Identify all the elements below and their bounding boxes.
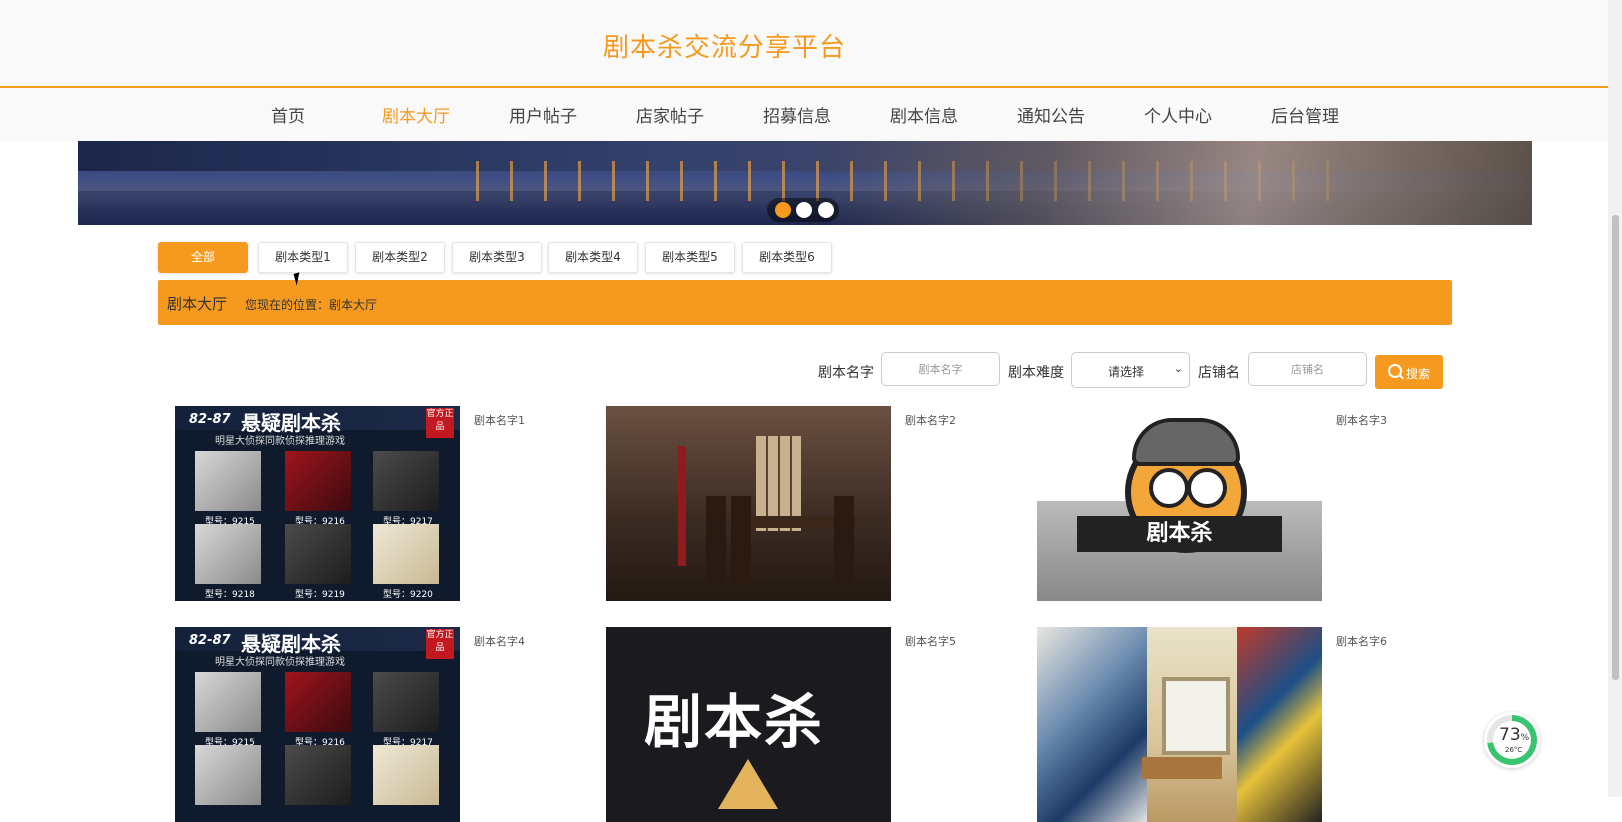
script-card-name-6[interactable]: 剧本名字6 [1336, 633, 1387, 649]
difficulty-label: 剧本难度 [1008, 365, 1064, 381]
nav-item-recruitment[interactable]: 招募信息 [763, 102, 831, 127]
tab-type-2[interactable]: 剧本类型2 [355, 242, 445, 273]
difficulty-select-value: 请选择 [1108, 365, 1145, 379]
poster-box [285, 451, 351, 511]
script-card-image-1[interactable]: 82-87 悬疑剧本杀 官方正品 明星大侦探同款侦探推理游戏 型号：9215 型… [175, 406, 460, 601]
tatami-window [1162, 677, 1230, 755]
script-name-input[interactable] [881, 352, 1000, 386]
nav-item-shop-posts[interactable]: 店家帖子 [636, 102, 704, 127]
logo-text: 剧本杀 [644, 688, 825, 756]
breadcrumb-bar: 剧本大厅 您现在的位置：剧本大厅 [158, 280, 1452, 325]
nav-item-script-info[interactable]: 剧本信息 [890, 102, 958, 127]
tatami-mural [1037, 627, 1147, 822]
chevron-down-icon: ⌄ [1173, 362, 1183, 375]
poster-number: 82-87 [189, 633, 231, 648]
poster-badge: 官方正品 [426, 629, 454, 659]
script-name-label: 剧本名字 [818, 365, 874, 381]
poster-header: 82-87 悬疑剧本杀 [175, 406, 460, 435]
poster-box [195, 451, 261, 511]
poster-id: 型号：9218 [205, 590, 255, 600]
shop-name-label: 店铺名 [1198, 365, 1240, 381]
site-title: 剧本杀交流分享平台 [603, 33, 847, 63]
temperature-readout: 26°C [1505, 746, 1523, 754]
progress-ring: 73% 26°C [1487, 715, 1537, 765]
tab-all[interactable]: 全部 [158, 242, 248, 273]
nav-item-user-posts[interactable]: 用户帖子 [509, 102, 577, 127]
poster-badge: 官方正品 [426, 408, 454, 438]
script-card-name-5[interactable]: 剧本名字5 [905, 633, 956, 649]
tab-type-3[interactable]: 剧本类型3 [452, 242, 542, 273]
nav-item-script-hall[interactable]: 剧本大厅 [382, 102, 450, 127]
poster-box [285, 524, 351, 584]
poster-box [195, 672, 261, 732]
logo-glass [1149, 468, 1189, 508]
script-card-image-6[interactable] [1037, 627, 1322, 822]
nav-item-home[interactable]: 首页 [271, 102, 305, 127]
poster-subtitle: 明星大侦探同款侦探推理游戏 [215, 657, 345, 668]
logo-glass [1187, 468, 1227, 508]
tab-type-4[interactable]: 剧本类型4 [548, 242, 638, 273]
search-button-label: 搜索 [1406, 367, 1431, 381]
carousel-dot-3[interactable] [818, 202, 834, 218]
difficulty-select[interactable]: 请选择 ⌄ [1071, 352, 1190, 388]
script-card-image-5[interactable]: 剧本杀 [606, 627, 891, 822]
tab-type-6[interactable]: 剧本类型6 [742, 242, 832, 273]
shop-name-input[interactable] [1248, 352, 1367, 386]
crown-icon [718, 759, 778, 809]
poster-box [373, 745, 439, 805]
poster-box [285, 672, 351, 732]
script-card-name-4[interactable]: 剧本名字4 [474, 633, 525, 649]
tatami-table [1142, 757, 1222, 779]
script-card-name-1[interactable]: 剧本名字1 [474, 412, 525, 428]
poster-box [195, 745, 261, 805]
tatami-wall-art [1237, 627, 1322, 822]
room-chair [731, 496, 751, 586]
page-title: 剧本大厅 [167, 295, 228, 313]
logo-ribbon: 剧本杀 [1077, 516, 1282, 552]
banner-shore [832, 141, 1532, 225]
poster-box [195, 524, 261, 584]
carousel-dot-2[interactable] [796, 202, 812, 218]
nav-item-admin[interactable]: 后台管理 [1271, 102, 1339, 127]
script-card-name-2[interactable]: 剧本名字2 [905, 412, 956, 428]
carousel-dots [767, 198, 839, 222]
nav-item-profile[interactable]: 个人中心 [1144, 102, 1212, 127]
poster-box [373, 451, 439, 511]
breadcrumb: 您现在的位置：剧本大厅 [245, 298, 378, 312]
main-nav: 首页 剧本大厅 用户帖子 店家帖子 招募信息 剧本信息 通知公告 个人中心 后台… [0, 88, 1608, 141]
tab-type-1[interactable]: 剧本类型1 [258, 242, 348, 273]
scrollbar-thumb[interactable] [1612, 215, 1619, 680]
logo-hat [1132, 418, 1240, 466]
progress-ring-inner: 73% 26°C [1493, 721, 1531, 759]
search-button[interactable]: 搜索 [1375, 355, 1443, 389]
poster-subtitle: 明星大侦探同款侦探推理游戏 [215, 436, 345, 447]
site-header: 剧本杀交流分享平台 [0, 0, 1608, 88]
script-card-image-2[interactable] [606, 406, 891, 601]
script-card-image-4[interactable]: 82-87 悬疑剧本杀 官方正品 明星大侦探同款侦探推理游戏 型号：9215 型… [175, 627, 460, 822]
script-card-name-3[interactable]: 剧本名字3 [1336, 412, 1387, 428]
poster-box [285, 745, 351, 805]
room-chair [706, 496, 726, 586]
poster-number: 82-87 [189, 412, 231, 427]
room-chair [834, 496, 854, 586]
poster-box [373, 524, 439, 584]
search-icon [1388, 364, 1402, 378]
carousel-dot-1[interactable] [775, 202, 791, 218]
room-banner [678, 446, 686, 566]
poster-id: 型号：9220 [383, 590, 433, 600]
poster-id: 型号：9219 [295, 590, 345, 600]
nav-item-notices[interactable]: 通知公告 [1017, 102, 1085, 127]
cpu-percent: 73% [1499, 725, 1530, 745]
poster-header: 82-87 悬疑剧本杀 [175, 627, 460, 656]
tab-type-5[interactable]: 剧本类型5 [645, 242, 735, 273]
script-card-image-3[interactable]: 剧本杀 [1037, 406, 1322, 601]
performance-widget[interactable]: 73% 26°C [1484, 712, 1540, 768]
poster-box [373, 672, 439, 732]
